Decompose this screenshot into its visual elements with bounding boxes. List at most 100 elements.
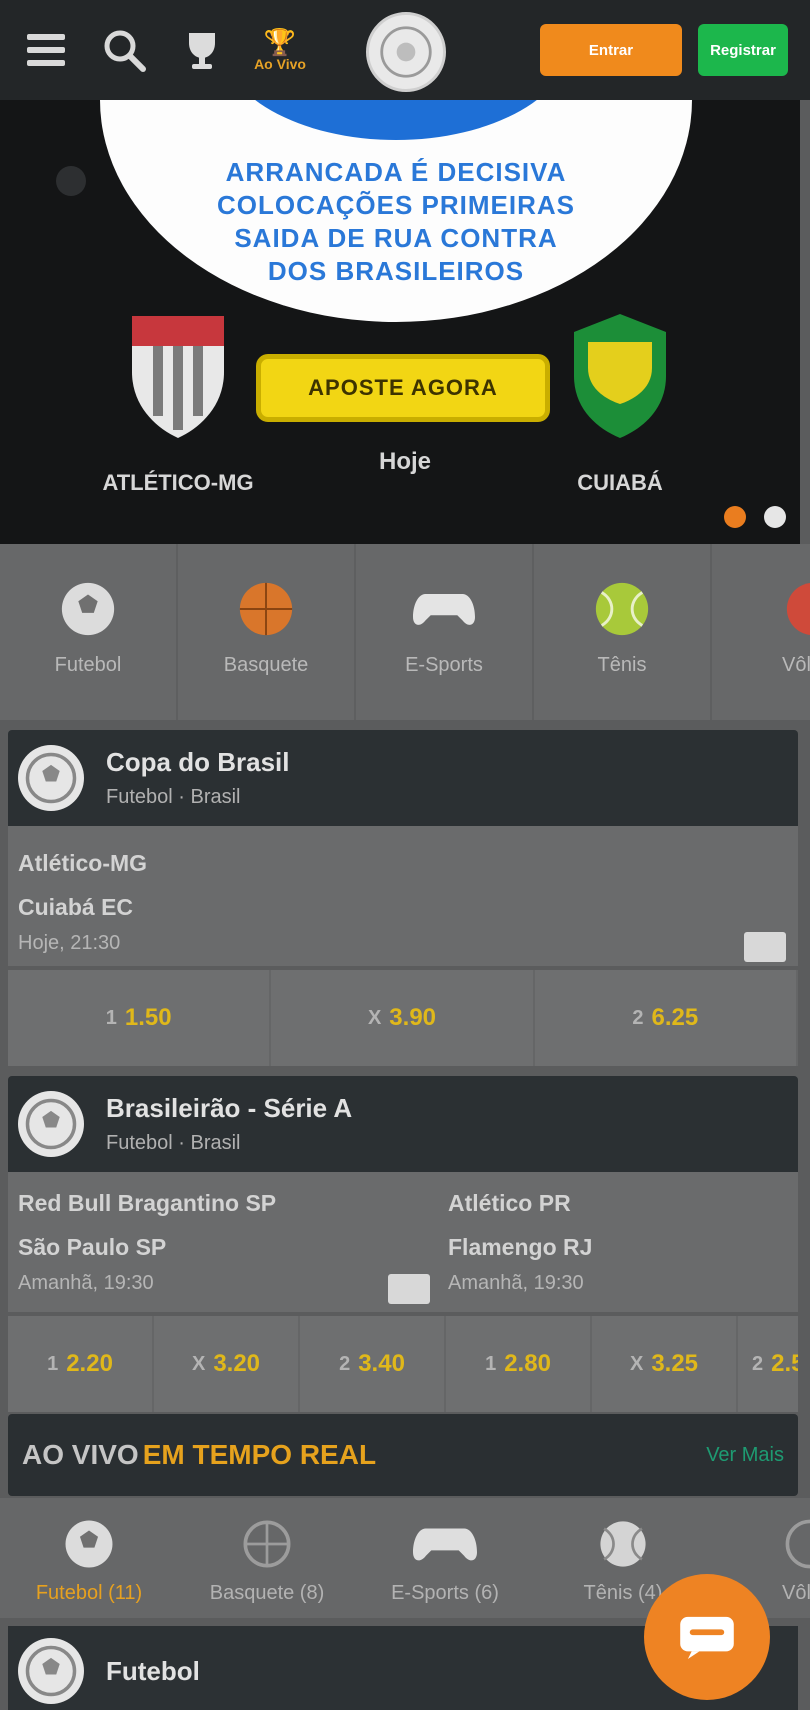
- team-left-crest-icon: [132, 316, 224, 438]
- league-subtitle: Futebol · Brasil: [106, 1132, 241, 1154]
- away-team: Flamengo RJ: [448, 1234, 593, 1260]
- match-date: Hoje: [378, 448, 431, 475]
- odd-label: 2: [339, 1352, 351, 1375]
- sport-item-tenis[interactable]: Tênis: [534, 544, 712, 720]
- odd-value: 2.5: [771, 1350, 798, 1377]
- league-title: Copa do Brasil: [106, 747, 290, 777]
- home-team: Atlético PR: [448, 1190, 571, 1216]
- odd-button[interactable]: X 3.90: [271, 970, 535, 1066]
- match-card[interactable]: Red Bull Bragantino SP São Paulo SP Aman…: [8, 1172, 438, 1312]
- odd-value: 1.50: [124, 1004, 172, 1031]
- gamepad-icon: [413, 1528, 477, 1561]
- bet-now-button[interactable]: APOSTE AGORA: [256, 354, 550, 422]
- basketball-icon: [243, 1520, 291, 1568]
- sport-label: Basquete: [223, 654, 309, 676]
- odd-value: 3.90: [389, 1004, 437, 1031]
- team-right-name: CUIABÁ: [577, 470, 663, 495]
- signup-button[interactable]: Registrar: [698, 24, 788, 76]
- trophy-icon[interactable]: [174, 22, 230, 78]
- banner-decoration: [56, 166, 86, 196]
- stats-icon[interactable]: [744, 932, 786, 962]
- sports-nav: Futebol Basquete E-Sports Tênis Vôlei: [0, 544, 810, 720]
- odd-button[interactable]: 2 6.25: [535, 970, 798, 1066]
- volleyball-icon: [785, 1519, 810, 1569]
- odd-value: 3.40: [358, 1350, 405, 1377]
- banner-line-1: ARRANCADA É DECISIVA: [225, 157, 567, 187]
- cup-icon: 🏆: [263, 27, 297, 57]
- live-trophy-label: Ao Vivo: [254, 56, 306, 72]
- soccer-ball-icon: [65, 1520, 113, 1568]
- logo-emblem-icon: [380, 26, 432, 78]
- menu-icon[interactable]: [18, 22, 74, 78]
- carousel-dot-active[interactable]: [724, 506, 746, 528]
- match-card-pair: Red Bull Bragantino SP São Paulo SP Aman…: [8, 1172, 798, 1312]
- match-card[interactable]: Atlético-MG Cuiabá EC Hoje, 21:30: [8, 826, 798, 966]
- odd-label: 2: [632, 1006, 644, 1029]
- live-tab-esports[interactable]: E-Sports (6): [356, 1498, 534, 1618]
- odds-row: 1 2.20 X 3.20 2 3.40 1 2.80 X 3.25 2 2.5: [8, 1316, 798, 1412]
- match-card[interactable]: Atlético PR Flamengo RJ Amanhã, 19:30: [448, 1172, 798, 1312]
- soccer-ball-icon: [57, 578, 119, 640]
- live-tab-futebol[interactable]: Futebol (11): [0, 1498, 178, 1618]
- team-left-name: ATLÉTICO-MG: [102, 470, 254, 495]
- sport-item-basquete[interactable]: Basquete: [178, 544, 356, 720]
- site-logo[interactable]: [366, 12, 446, 92]
- live-tab-label: Tênis (4): [583, 1582, 663, 1604]
- home-team: Red Bull Bragantino SP: [18, 1190, 277, 1216]
- odd-value: 2.80: [504, 1350, 551, 1377]
- search-icon[interactable]: [96, 22, 152, 78]
- live-tab-basquete[interactable]: Basquete (8): [178, 1498, 356, 1618]
- league-title: Futebol: [106, 1655, 200, 1686]
- odd-label: 2: [752, 1352, 764, 1375]
- chat-button[interactable]: [644, 1574, 770, 1700]
- soccer-ball-icon: [18, 1091, 84, 1157]
- sport-label: Futebol: [54, 654, 122, 676]
- odd-button[interactable]: X 3.20: [154, 1316, 300, 1412]
- sport-item-esports[interactable]: E-Sports: [356, 544, 534, 720]
- live-tab-label: Futebol (11): [35, 1582, 143, 1604]
- odd-value: 6.25: [651, 1004, 699, 1031]
- carousel-dot[interactable]: [764, 506, 786, 528]
- odd-button[interactable]: 1 2.20: [8, 1316, 154, 1412]
- odds-row: 1 1.50 X 3.90 2 6.25: [8, 970, 798, 1066]
- sport-label: Tênis: [597, 654, 647, 676]
- banner-headline-panel: ARRANCADA É DECISIVA COLOCAÇÕES PRIMEIRA…: [100, 100, 692, 322]
- sport-label: E-Sports: [405, 654, 483, 676]
- sport-item-futebol[interactable]: Futebol: [0, 544, 178, 720]
- live-section-header: AO VIVO EM TEMPO REAL Ver Mais: [8, 1414, 798, 1496]
- live-tab-label: E-Sports (6): [391, 1582, 499, 1604]
- sport-item-volei[interactable]: Vôlei: [712, 544, 810, 720]
- match-time: Hoje, 21:30: [18, 932, 121, 954]
- league-header[interactable]: Copa do Brasil Futebol · Brasil: [8, 730, 798, 826]
- tennis-ball-icon: [600, 1521, 646, 1567]
- odd-label: 1: [485, 1352, 497, 1375]
- banner-line-4: DOS BRASILEIROS: [267, 256, 525, 286]
- banner-line-3: SAIDA DE RUA CONTRA: [234, 223, 558, 253]
- away-team: São Paulo SP: [18, 1234, 167, 1260]
- odd-button[interactable]: 1 1.50: [8, 970, 272, 1066]
- odd-button[interactable]: 2 3.40: [300, 1316, 446, 1412]
- team-right-crest-icon: [574, 314, 666, 438]
- promo-banner[interactable]: ARRANCADA É DECISIVA COLOCAÇÕES PRIMEIRA…: [0, 100, 800, 544]
- live-title: AO VIVO: [22, 1439, 139, 1470]
- tennis-ball-icon: [591, 578, 653, 640]
- away-team: Cuiabá EC: [18, 894, 134, 920]
- chat-icon: [680, 1616, 734, 1659]
- odd-button[interactable]: X 3.25: [592, 1316, 738, 1412]
- soccer-ball-icon: [18, 1638, 84, 1704]
- odd-button[interactable]: 2 2.5: [738, 1316, 798, 1412]
- soccer-ball-icon: [18, 745, 84, 811]
- live-trophy-button[interactable]: 🏆 Ao Vivo: [252, 22, 308, 78]
- stats-icon[interactable]: [388, 1274, 430, 1304]
- login-button[interactable]: Entrar: [540, 24, 682, 76]
- league-subtitle: Futebol · Brasil: [106, 786, 241, 808]
- league-header[interactable]: Brasileirão - Série A Futebol · Brasil: [8, 1076, 798, 1172]
- odd-value: 3.20: [213, 1350, 261, 1377]
- odd-value: 2.20: [66, 1350, 113, 1377]
- sport-label: Vôlei: [782, 654, 810, 676]
- odd-button[interactable]: 1 2.80: [446, 1316, 592, 1412]
- basketball-icon: [235, 578, 297, 640]
- see-more-link[interactable]: Ver Mais: [706, 1444, 784, 1467]
- banner-line-2: COLOCAÇÕES PRIMEIRAS: [216, 190, 576, 220]
- live-tab-label: Vôlei: [782, 1582, 810, 1604]
